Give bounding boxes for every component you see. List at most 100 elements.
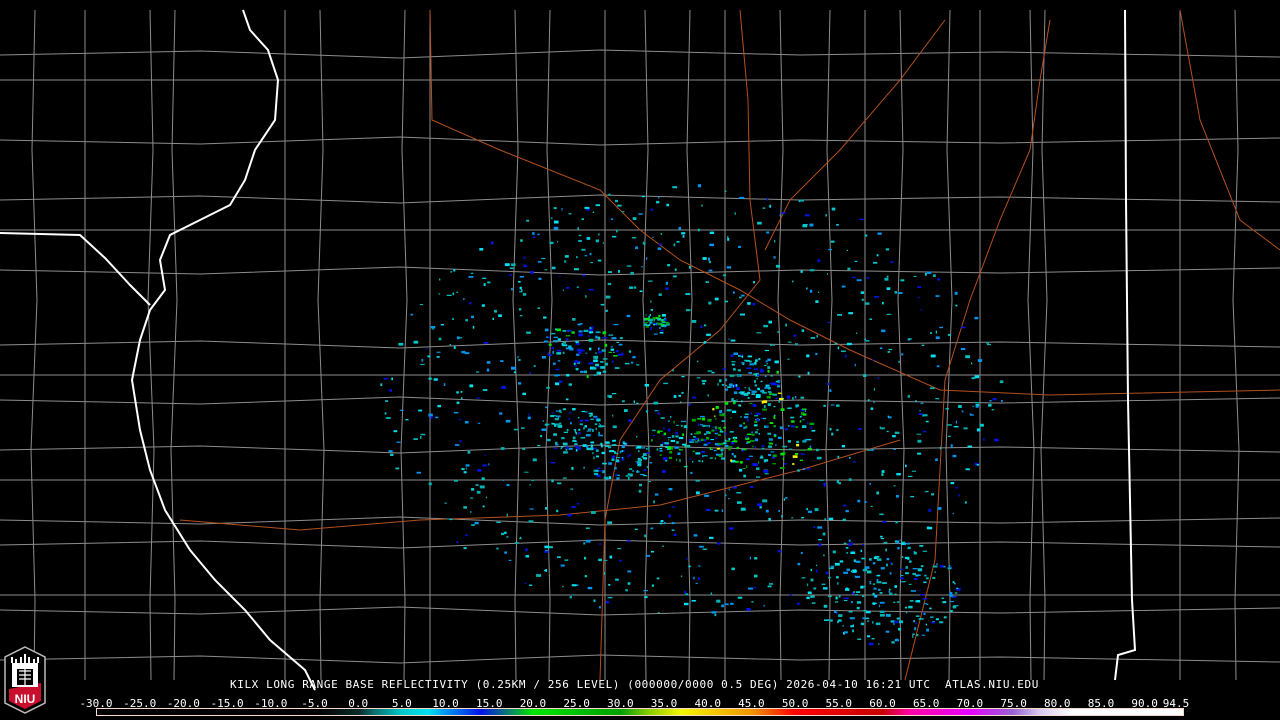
echo-pixel [848,543,852,546]
echo-pixel [738,245,741,248]
echo-pixel [745,359,750,362]
echo-pixel [610,218,613,220]
echo-pixel [708,301,712,305]
echo-pixel [503,531,507,534]
echo-pixel [954,291,958,295]
echo-pixel [592,367,597,370]
echo-pixel [757,221,762,225]
echo-pixel [780,408,785,411]
echo-pixel [769,204,772,208]
echo-pixel [484,342,489,344]
echo-pixel [548,358,551,360]
echo-pixel [455,444,460,446]
echo-pixel [945,408,949,410]
echo-pixel [499,412,503,415]
echo-pixel [557,338,561,341]
echo-pixel [845,547,849,549]
echo-pixel [950,600,954,603]
echo-pixel [917,296,920,298]
echo-pixel [681,391,684,394]
echo-pixel [761,445,765,447]
echo-pixel [721,604,724,608]
echo-pixel [613,323,619,326]
echo-pixel [675,435,679,438]
echo-pixel [565,446,569,450]
echo-pixel [453,346,456,349]
echo-pixel [925,577,929,580]
echo-pixel [739,468,743,472]
echo-pixel [772,454,777,458]
echo-pixel [741,400,743,403]
echo-pixel [536,574,542,577]
echo-pixel [544,545,550,549]
echo-pixel [728,488,730,491]
echo-pixel [525,548,528,552]
echo-pixel [955,420,957,424]
radar-map[interactable] [0,0,1280,720]
echo-pixel [843,504,847,507]
echo-pixel [644,384,649,387]
echo-pixel [975,402,980,404]
echo-pixel [788,341,792,343]
echo-pixel [493,309,497,313]
echo-pixel [603,559,608,561]
echo-pixel [686,557,688,560]
echo-pixel [881,473,884,476]
echo-pixel [583,370,587,374]
echo-pixel [893,448,896,450]
echo-pixel [700,325,703,329]
echo-pixel [879,347,883,350]
echo-pixel [551,347,555,350]
echo-pixel [806,508,808,511]
echo-pixel [608,476,612,479]
echo-pixel [476,397,481,399]
echo-pixel [777,379,780,383]
echo-pixel [751,390,757,393]
echo-pixel [743,426,745,429]
echo-pixel [560,564,565,567]
echo-pixel [626,314,631,318]
echo-pixel [645,325,649,328]
echo-pixel [729,383,733,387]
echo-pixel [692,461,694,463]
echo-pixel [697,184,701,188]
echo-pixel [562,442,568,446]
echo-pixel [717,542,721,545]
echo-pixel [831,207,836,211]
echo-pixel [511,366,516,370]
echo-pixel [749,402,753,404]
echo-pixel [391,377,393,381]
echo-pixel [543,316,547,319]
echo-pixel [916,433,922,435]
echo-pixel [809,422,815,426]
echo-pixel [767,432,771,435]
echo-pixel [636,435,638,438]
echo-pixel [469,384,474,388]
echo-pixel [714,613,717,617]
echo-pixel [894,431,900,434]
echo-pixel [718,426,721,430]
echo-pixel [608,584,611,586]
echo-pixel [654,493,659,496]
echo-pixel [728,447,731,451]
echo-pixel [724,402,729,405]
echo-pixel [649,462,653,464]
echo-pixel [681,232,686,235]
echo-pixel [846,552,849,554]
echo-pixel [506,513,508,517]
echo-pixel [502,479,504,481]
echo-pixel [595,352,597,354]
echo-pixel [600,361,604,363]
echo-pixel [870,407,874,410]
echo-pixel [864,234,868,237]
echo-pixel [843,542,847,545]
echo-pixel [592,429,594,432]
echo-pixel [955,304,958,307]
echo-pixel [435,416,439,419]
echo-pixel [598,470,603,472]
echo-pixel [829,389,832,392]
echo-pixel [880,427,885,430]
echo-pixel [616,341,620,343]
echo-pixel [551,412,555,414]
echo-pixel [901,581,906,583]
